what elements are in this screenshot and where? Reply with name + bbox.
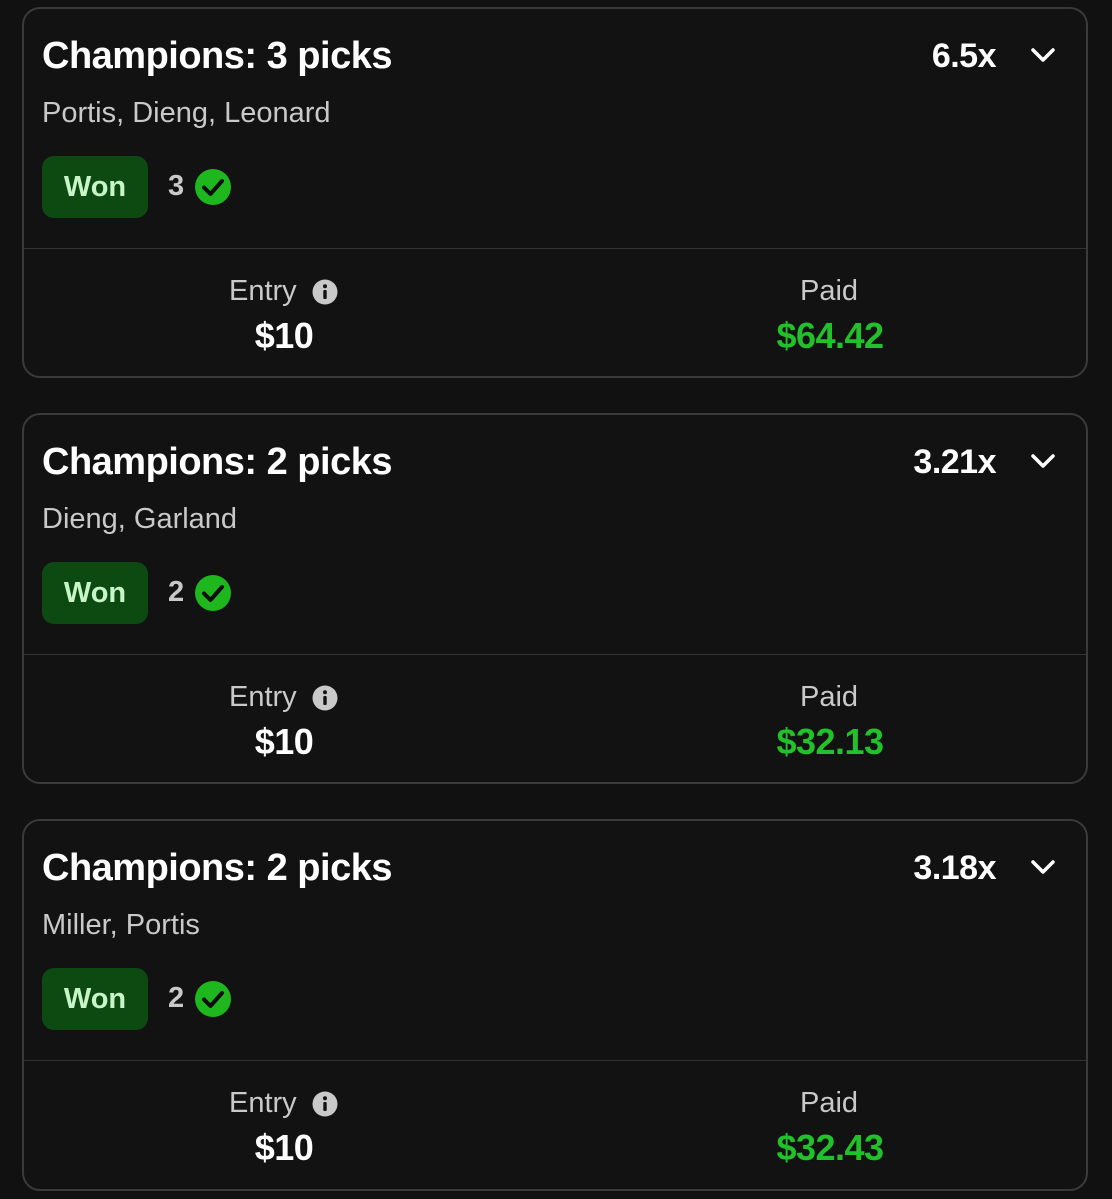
card-divider (24, 248, 1086, 249)
info-icon[interactable] (312, 279, 338, 305)
paid-label: Paid (800, 681, 859, 713)
entry-title: Champions: 3 picks (42, 35, 392, 77)
payout-multiplier: 3.21x (913, 443, 996, 481)
card-divider (24, 654, 1086, 655)
paid-amount: $32.13 (776, 721, 884, 762)
entry-amount: $10 (254, 1127, 314, 1168)
paid-label: Paid (800, 1087, 859, 1119)
correct-picks-count: 3 (168, 170, 185, 202)
entry-label: Entry (229, 1087, 297, 1119)
check-circle-icon (195, 169, 231, 205)
entry-title: Champions: 2 picks (42, 847, 392, 889)
entry-label: Entry (229, 681, 297, 713)
entry-amount: $10 (254, 315, 314, 356)
info-icon[interactable] (312, 685, 338, 711)
entry-amount: $10 (254, 721, 314, 762)
picked-players: Dieng, Garland (42, 503, 238, 535)
chevron-down-icon[interactable] (1028, 43, 1058, 67)
check-circle-icon (195, 575, 231, 611)
check-circle-icon (195, 981, 231, 1017)
payout-multiplier: 3.18x (913, 849, 996, 887)
card-divider (24, 1060, 1086, 1061)
entry-title: Champions: 2 picks (42, 441, 392, 483)
paid-amount: $32.43 (776, 1127, 884, 1168)
picked-players: Miller, Portis (42, 909, 200, 941)
info-icon[interactable] (312, 1091, 338, 1117)
chevron-down-icon[interactable] (1028, 855, 1058, 879)
entry-card[interactable]: Champions: 3 picks 6.5x Portis, Dieng, L… (22, 7, 1088, 378)
status-badge: Won (42, 562, 148, 624)
correct-picks-count: 2 (168, 576, 185, 608)
entry-label: Entry (229, 275, 297, 307)
entry-card[interactable]: Champions: 2 picks 3.21x Dieng, Garland … (22, 413, 1088, 784)
status-badge: Won (42, 156, 148, 218)
paid-label: Paid (800, 275, 859, 307)
payout-multiplier: 6.5x (931, 37, 997, 75)
paid-amount: $64.42 (776, 315, 884, 356)
status-badge: Won (42, 968, 148, 1030)
entry-card[interactable]: Champions: 2 picks 3.18x Miller, Portis … (22, 819, 1088, 1191)
picked-players: Portis, Dieng, Leonard (42, 97, 331, 129)
correct-picks-count: 2 (168, 982, 185, 1014)
chevron-down-icon[interactable] (1028, 449, 1058, 473)
